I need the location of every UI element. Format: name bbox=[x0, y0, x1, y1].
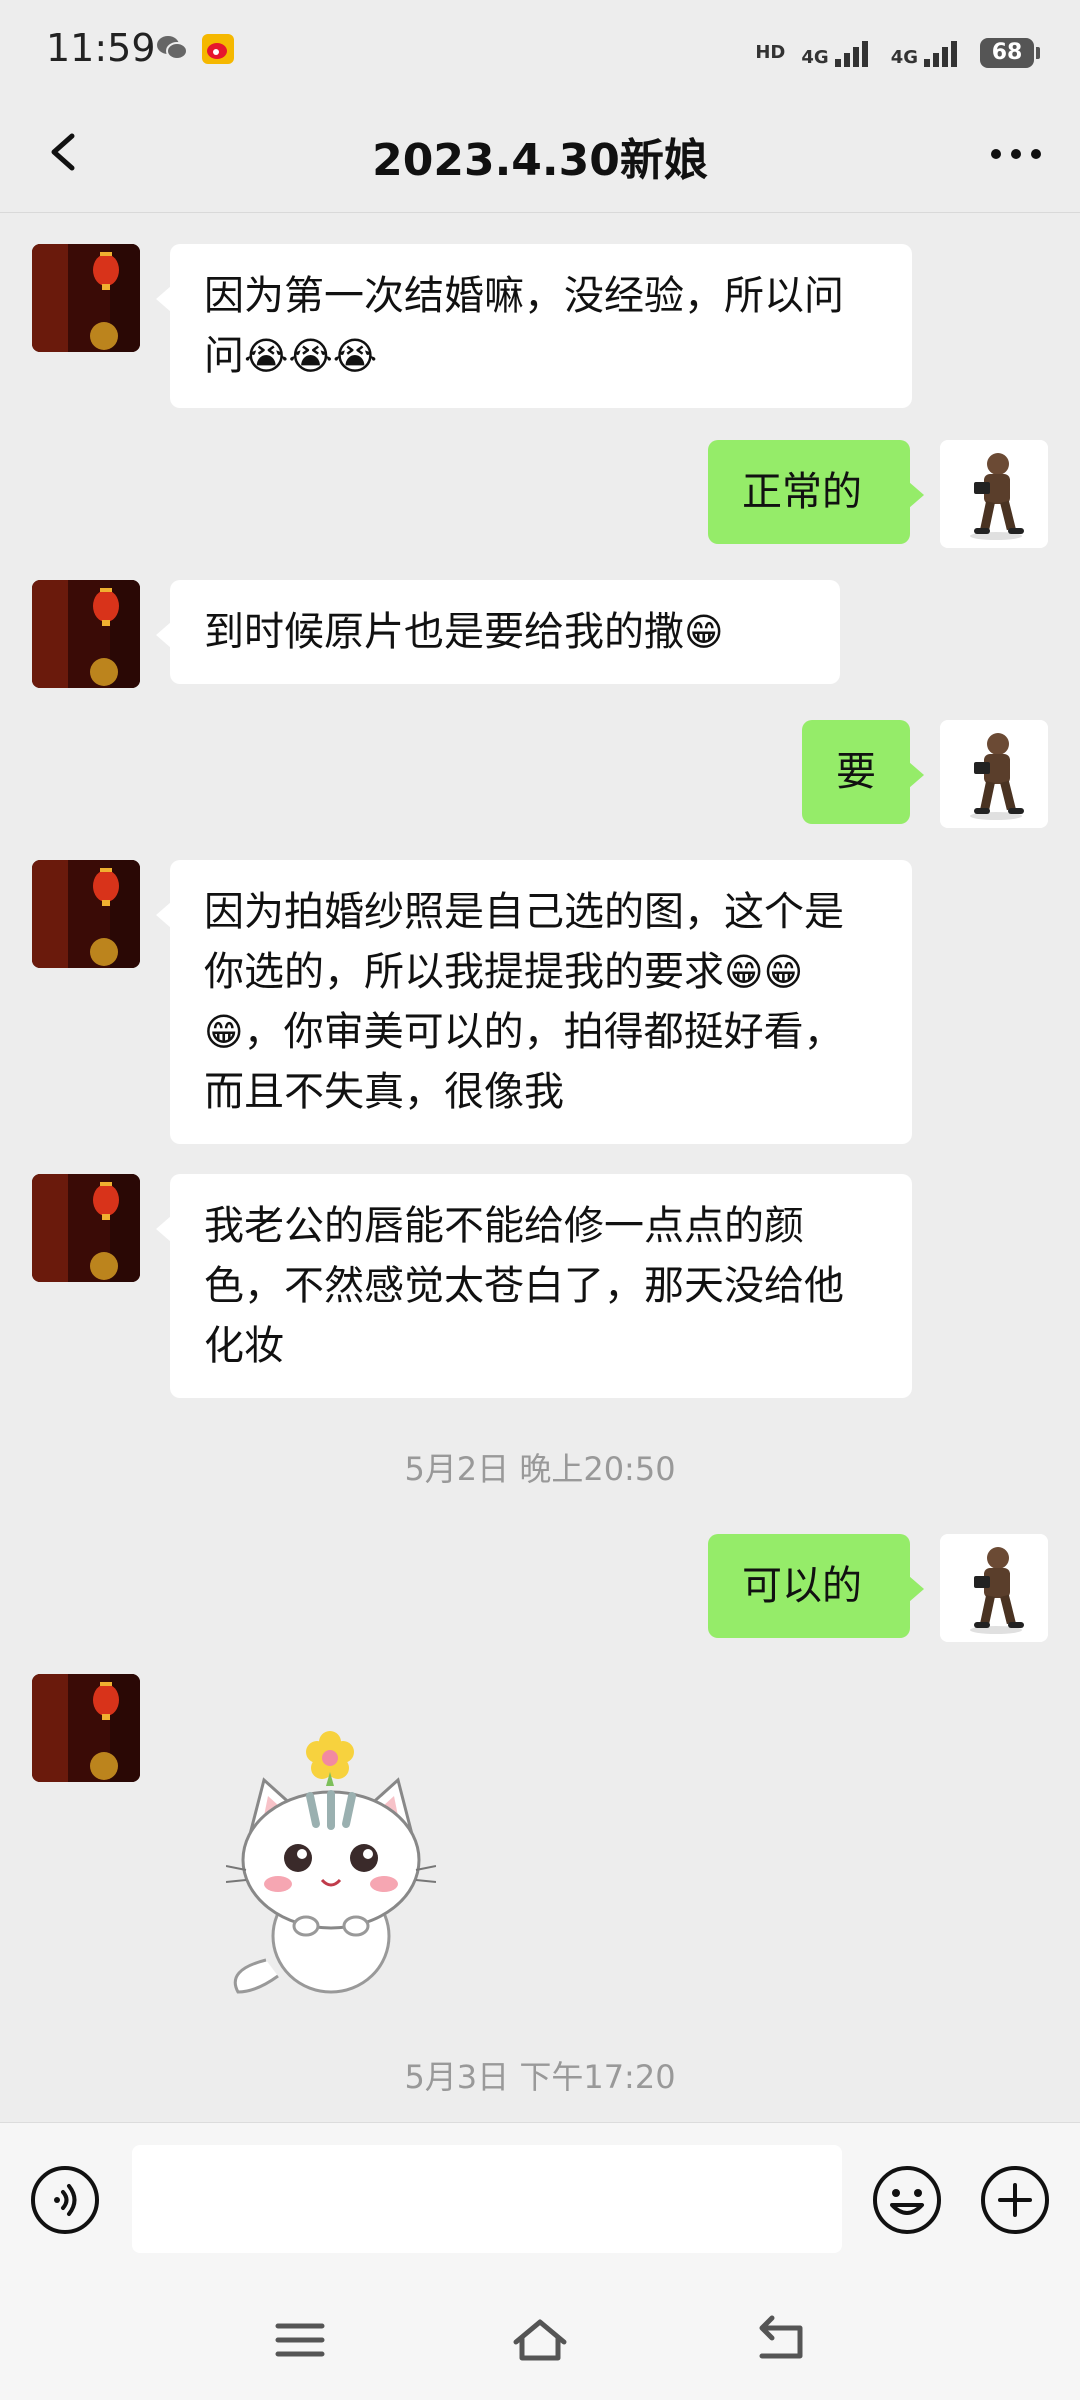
contact-avatar[interactable] bbox=[32, 244, 140, 352]
home-icon bbox=[513, 2319, 567, 2361]
message-input[interactable] bbox=[132, 2145, 842, 2253]
back-nav-button[interactable] bbox=[752, 2312, 812, 2368]
more-button[interactable] bbox=[980, 122, 1052, 186]
message-bubble-received[interactable]: 到时候原片也是要给我的撒😁 bbox=[156, 580, 840, 684]
photographer-avatar-image bbox=[940, 720, 1048, 828]
contact-avatar[interactable] bbox=[32, 860, 140, 968]
status-bar: 11:59 HD 4G 4G 68 bbox=[0, 0, 1080, 100]
my-avatar[interactable] bbox=[940, 720, 1048, 828]
contact-avatar[interactable] bbox=[32, 1674, 140, 1782]
battery-icon: 68 bbox=[980, 38, 1040, 68]
smiley-icon bbox=[873, 2166, 941, 2234]
wechat-icon bbox=[156, 34, 188, 66]
system-navigation-bar bbox=[0, 2276, 1080, 2400]
menu-icon bbox=[275, 2323, 325, 2357]
chat-header: 2023.4.30新娘 bbox=[0, 100, 1080, 213]
message-bubble-received[interactable]: 因为第一次结婚嘛，没经验，所以问问😭😭😭 bbox=[156, 244, 912, 408]
cat-sticker[interactable] bbox=[225, 1720, 437, 2000]
lantern-avatar-image bbox=[32, 580, 140, 688]
emoji-button[interactable] bbox=[872, 2165, 942, 2235]
message-bubble-sent[interactable]: 要 bbox=[802, 720, 924, 824]
signal-icon-1: 4G bbox=[801, 39, 874, 67]
message-bubble-received[interactable]: 我老公的唇能不能给修一点点的颜色，不然感觉太苍白了，那天没给他化妆 bbox=[156, 1174, 912, 1398]
contact-avatar[interactable] bbox=[32, 580, 140, 688]
lantern-avatar-image bbox=[32, 244, 140, 352]
hd-label: HD bbox=[755, 42, 786, 63]
my-avatar[interactable] bbox=[940, 1534, 1048, 1642]
return-icon bbox=[759, 2315, 803, 2359]
recent-apps-button[interactable] bbox=[270, 2312, 330, 2368]
crying-laugh-emoji: 😭😭😭 bbox=[244, 334, 378, 378]
lantern-avatar-image bbox=[32, 1174, 140, 1282]
voice-button[interactable] bbox=[30, 2165, 100, 2235]
signal-icon-2: 4G bbox=[891, 39, 964, 67]
lantern-avatar-image bbox=[32, 1674, 140, 1782]
photographer-avatar-image bbox=[940, 1534, 1048, 1642]
my-avatar[interactable] bbox=[940, 440, 1048, 548]
chat-input-bar bbox=[0, 2122, 1080, 2277]
grin-emoji: 😁 bbox=[684, 610, 724, 654]
more-functions-button[interactable] bbox=[980, 2165, 1050, 2235]
status-indicators: HD 4G 4G 68 bbox=[755, 30, 1040, 76]
message-bubble-sent[interactable]: 正常的 bbox=[708, 440, 924, 544]
cat-with-flower-sticker-icon bbox=[225, 1731, 437, 1994]
grin-emoji: 😁 bbox=[724, 950, 764, 994]
status-time: 11:59 bbox=[46, 26, 156, 70]
weibo-icon bbox=[202, 34, 234, 68]
message-timestamp: 5月3日 下午17:20 bbox=[404, 2058, 676, 2096]
message-bubble-sent[interactable]: 可以的 bbox=[708, 1534, 924, 1638]
plus-icon bbox=[981, 2166, 1049, 2234]
more-dots-icon bbox=[991, 149, 1041, 159]
message-bubble-received[interactable]: 因为拍婚纱照是自己选的图，这个是你选的，所以我提提我的要求😁😁😁，你审美可以的，… bbox=[156, 860, 912, 1144]
chat-title: 2023.4.30新娘 bbox=[372, 135, 708, 186]
contact-avatar[interactable] bbox=[32, 1174, 140, 1282]
photographer-avatar-image bbox=[940, 440, 1048, 548]
message-timestamp: 5月2日 晚上20:50 bbox=[404, 1450, 676, 1488]
lantern-avatar-image bbox=[32, 860, 140, 968]
voice-icon bbox=[31, 2166, 99, 2234]
home-button[interactable] bbox=[510, 2312, 570, 2368]
